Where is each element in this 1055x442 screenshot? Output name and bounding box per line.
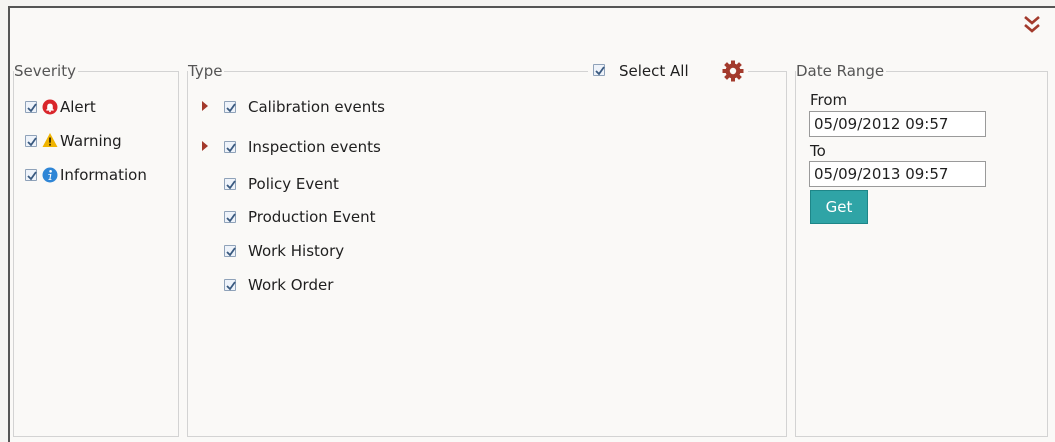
severity-legend: Severity [14, 61, 78, 81]
type-work-order-checkbox[interactable] [224, 279, 236, 291]
type-production-checkbox[interactable] [224, 211, 236, 223]
type-policy-label: Policy Event [248, 175, 339, 193]
from-date-input[interactable] [809, 111, 986, 137]
type-production-label: Production Event [248, 208, 376, 226]
expand-arrow-icon[interactable] [202, 101, 208, 111]
type-work-history-label: Work History [248, 242, 345, 260]
severity-alert-label: Alert [60, 98, 96, 116]
select-all-checkbox[interactable] [593, 64, 605, 76]
date-range-legend: Date Range [796, 61, 887, 81]
severity-group: Severity [13, 61, 179, 437]
info-icon [42, 167, 58, 183]
warning-icon [42, 132, 58, 148]
severity-warning-checkbox[interactable] [25, 135, 37, 147]
type-calibration-label: Calibration events [248, 98, 385, 116]
severity-warning-label: Warning [60, 132, 122, 150]
severity-information-checkbox[interactable] [25, 169, 37, 181]
from-label: From [810, 91, 848, 109]
severity-information-label: Information [60, 166, 147, 184]
to-date-input[interactable] [809, 161, 986, 187]
expand-arrow-icon[interactable] [202, 141, 208, 151]
severity-alert-checkbox[interactable] [25, 101, 37, 113]
gear-icon[interactable] [722, 60, 744, 82]
type-work-history-checkbox[interactable] [224, 245, 236, 257]
type-legend: Type [188, 61, 225, 81]
type-inspection-label: Inspection events [248, 138, 381, 156]
type-calibration-checkbox[interactable] [224, 101, 236, 113]
type-inspection-checkbox[interactable] [224, 141, 236, 153]
type-policy-checkbox[interactable] [224, 178, 236, 190]
to-label: To [810, 142, 826, 160]
select-all-label: Select All [619, 62, 689, 80]
collapse-chevron-icon[interactable] [1022, 12, 1042, 38]
get-button[interactable]: Get [810, 190, 868, 224]
type-work-order-label: Work Order [248, 276, 334, 294]
alert-icon [42, 99, 58, 115]
